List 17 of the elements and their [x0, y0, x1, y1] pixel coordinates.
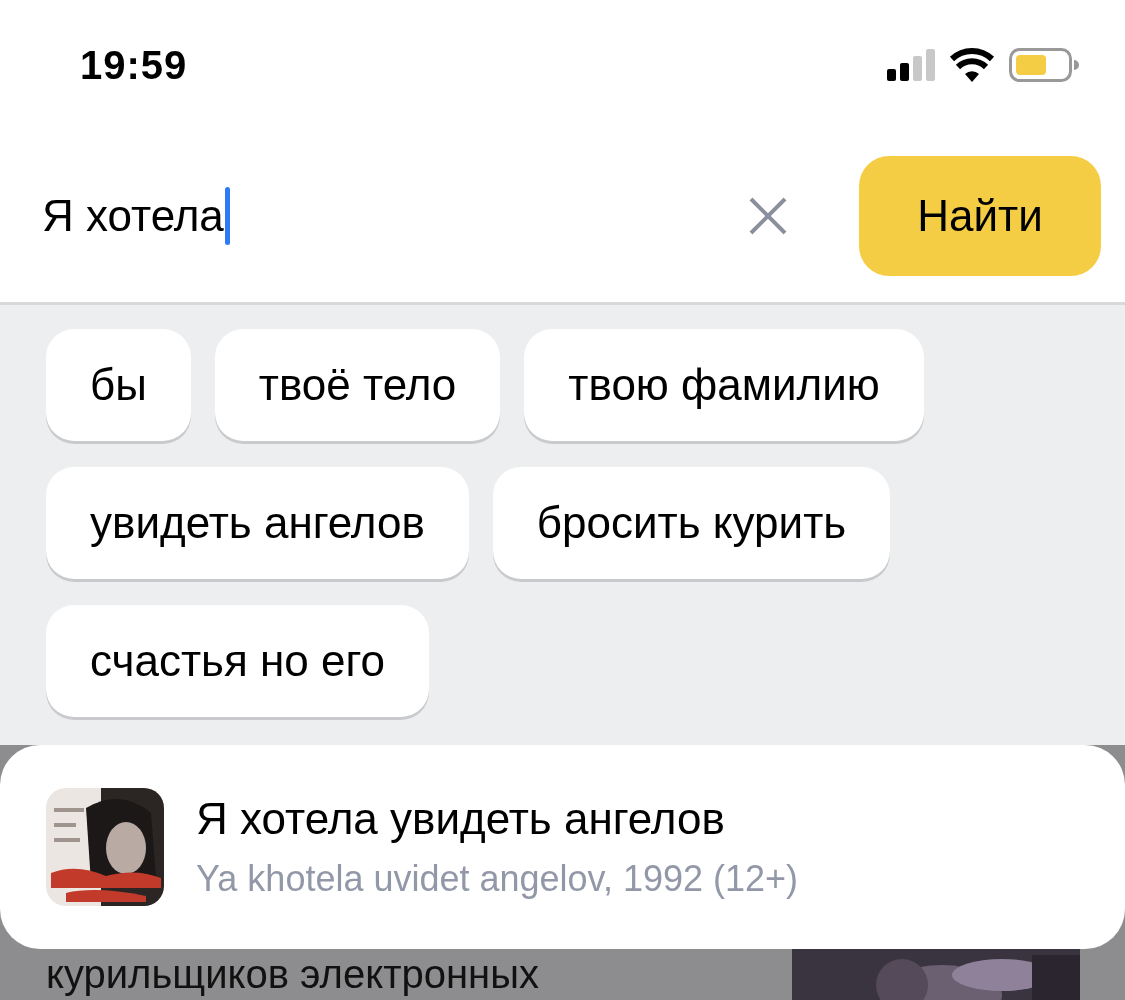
- suggestion-chip[interactable]: твою фамилию: [524, 329, 924, 441]
- suggestion-chip[interactable]: счастья но его: [46, 605, 430, 717]
- result-card[interactable]: Я хотела увидеть ангелов Ya khotela uvidet angelov, 1992 (12+): [0, 745, 1125, 949]
- status-time: 19:59: [80, 42, 188, 88]
- suggestion-chip[interactable]: твоё тело: [214, 329, 501, 441]
- result-subtitle: Ya khotela uvidet angelov, 1992 (12+): [196, 858, 799, 900]
- result-title: Я хотела увидеть ангелов: [196, 794, 726, 844]
- search-button[interactable]: Найти: [859, 156, 1101, 276]
- suggestion-chip[interactable]: бросить курить: [492, 467, 891, 579]
- suggestion-chip[interactable]: бы: [46, 329, 191, 441]
- article-title: курильщиков электронных: [46, 951, 539, 997]
- wifi-icon: [949, 48, 995, 82]
- battery-icon: [1009, 48, 1079, 82]
- close-icon[interactable]: [749, 197, 787, 235]
- signal-icon: [887, 49, 935, 81]
- suggestion-chip[interactable]: увидеть ангелов: [46, 467, 469, 579]
- search-field[interactable]: Я хотела: [42, 161, 749, 271]
